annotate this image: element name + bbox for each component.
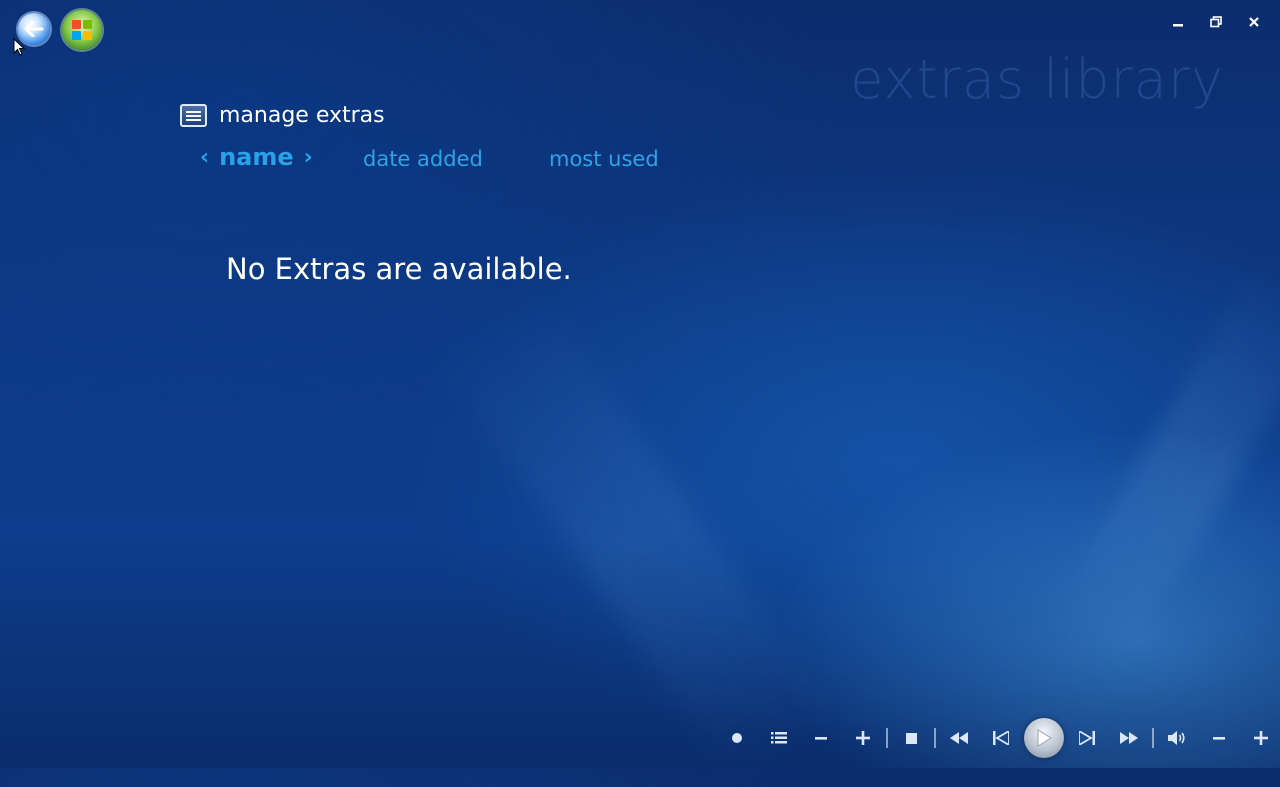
close-icon[interactable]	[1246, 14, 1262, 30]
restore-icon[interactable]	[1208, 14, 1224, 30]
transport-divider	[886, 728, 888, 748]
transport-divider	[1152, 728, 1154, 748]
sort-option-most-used[interactable]: most used	[549, 147, 659, 171]
record-icon[interactable]	[716, 718, 758, 758]
manage-extras-button[interactable]: manage extras	[180, 103, 385, 128]
sort-option-name[interactable]: ‹ name ›	[200, 143, 313, 171]
manage-extras-label: manage extras	[219, 103, 385, 128]
sort-active-label: name	[219, 143, 294, 171]
transport-divider	[934, 728, 936, 748]
play-icon[interactable]	[1024, 718, 1064, 758]
stop-icon[interactable]	[890, 718, 932, 758]
channel-down-icon[interactable]	[800, 718, 842, 758]
minimize-icon[interactable]	[1170, 14, 1186, 30]
channel-up-icon[interactable]	[842, 718, 884, 758]
volume-icon[interactable]	[1156, 718, 1198, 758]
fast-forward-icon[interactable]	[1108, 718, 1150, 758]
windows-start-orb-icon[interactable]	[62, 10, 102, 50]
skip-back-icon[interactable]	[980, 718, 1022, 758]
background-light-sweep	[441, 292, 839, 787]
sort-option-date-added[interactable]: date added	[363, 147, 483, 171]
page-watermark-title: extras library	[850, 48, 1224, 111]
chevron-right-icon[interactable]: ›	[304, 145, 313, 170]
background-light-sweep-2	[1046, 260, 1280, 670]
guide-list-icon[interactable]	[758, 718, 800, 758]
transport-controls	[716, 718, 1280, 758]
volume-up-icon[interactable]	[1240, 718, 1280, 758]
volume-down-icon[interactable]	[1198, 718, 1240, 758]
sort-pivot: ‹ name ›	[200, 143, 313, 171]
skip-forward-icon[interactable]	[1066, 718, 1108, 758]
rewind-icon[interactable]	[938, 718, 980, 758]
mouse-cursor-icon	[13, 37, 26, 60]
menu-list-icon	[180, 104, 207, 127]
chevron-left-icon[interactable]: ‹	[200, 145, 209, 170]
empty-state-message: No Extras are available.	[226, 252, 572, 286]
window-controls	[1170, 14, 1262, 30]
